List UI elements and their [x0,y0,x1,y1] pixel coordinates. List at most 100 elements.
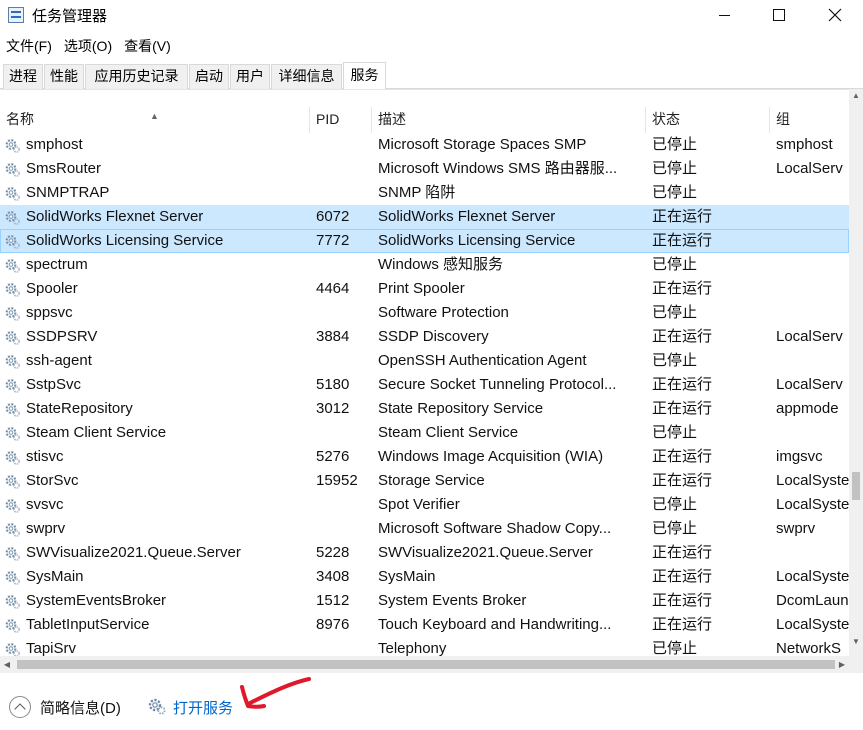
column-header-group[interactable]: 组 [770,107,849,133]
service-description: SSDP Discovery [378,328,489,345]
horizontal-scrollbar[interactable]: ◀ ▶ [0,656,849,673]
service-status: 已停止 [652,520,698,537]
table-row[interactable]: spectrum Windows 感知服务 已停止 [0,253,849,277]
service-gear-icon [5,619,20,633]
service-status: 正在运行 [652,472,713,489]
tab-details[interactable]: 详细信息 [271,64,342,89]
service-group: LocalSyste [776,568,849,585]
service-name: SmsRouter [26,160,102,177]
vertical-scrollbar[interactable]: ▲ ▼ [849,89,863,656]
service-pid [316,157,370,181]
service-pid: 4464 [316,280,350,297]
table-row[interactable]: ssh-agent OpenSSH Authentication Agent 已停止 [0,349,849,373]
scroll-up-icon[interactable]: ▲ [849,89,863,103]
table-row[interactable]: TabletInputService 8976 Touch Keyboard and… [0,613,849,637]
collapse-details-icon[interactable] [9,696,31,718]
table-row[interactable]: SysMain 3408 SysMain 正在运行 LocalSyste [0,565,849,589]
table-row[interactable]: SolidWorks Flexnet Server 6072 SolidWorks … [0,205,849,229]
minimize-button[interactable] [697,0,751,30]
service-name: SystemEventsBroker [26,592,167,609]
service-group [776,301,849,325]
service-gear-icon [5,499,20,513]
table-row[interactable]: StorSvc 15952 Storage Service 正在运行 LocalSyst… [0,469,849,493]
service-name: Spooler [26,280,78,297]
table-row[interactable]: svsvc Spot Verifier 已停止 LocalSyste [0,493,849,517]
service-group [776,421,849,445]
table-row[interactable]: swprv Microsoft Software Shadow Copy... 已停… [0,517,849,541]
service-description: Telephony [378,640,447,656]
service-group: LocalSyste [776,496,849,513]
title-bar[interactable]: 任务管理器 [0,0,863,30]
scroll-down-icon[interactable]: ▼ [849,635,863,649]
scroll-left-icon[interactable]: ◀ [0,656,14,673]
service-gear-icon [5,235,20,249]
table-row[interactable]: stisvc 5276 Windows Image Acquisition (WIA… [0,445,849,469]
service-pid: 7772 [316,232,350,249]
table-row[interactable]: SystemEventsBroker 1512 System Events Brok… [0,589,849,613]
table-row[interactable]: smphost Microsoft Storage Spaces SMP 已停止 sm… [0,133,849,157]
menu-bar: 文件(F) 选项(O) 查看(V) [0,34,177,58]
service-pid: 3012 [316,400,350,417]
service-name: SolidWorks Licensing Service [26,232,224,249]
maximize-button[interactable] [752,0,806,30]
menu-options[interactable]: 选项(O) [58,34,118,58]
service-name: StorSvc [26,472,79,489]
table-row[interactable]: TapiSrv Telephony 已停止 NetworkS [0,637,849,656]
table-row[interactable]: SNMPTRAP SNMP 陷阱 已停止 [0,181,849,205]
service-pid [316,637,370,656]
table-row[interactable]: sppsvc Software Protection 已停止 [0,301,849,325]
column-header-description[interactable]: 描述 [372,107,646,133]
column-header-pid[interactable]: PID [310,107,372,133]
table-row[interactable]: SSDPSRV 3884 SSDP Discovery 正在运行 LocalServ [0,325,849,349]
service-pid [316,421,370,445]
service-status: 已停止 [652,304,698,321]
service-gear-icon [5,427,20,441]
horizontal-scroll-thumb[interactable] [17,660,835,669]
scroll-right-icon[interactable]: ▶ [835,656,849,673]
tab-processes[interactable]: 进程 [3,64,43,89]
table-row[interactable]: Spooler 4464 Print Spooler 正在运行 [0,277,849,301]
table-row[interactable]: SmsRouter Microsoft Windows SMS 路由器服... 已停… [0,157,849,181]
tab-services[interactable]: 服务 [343,62,386,90]
service-gear-icon [5,475,20,489]
service-group: smphost [776,136,833,153]
service-description: Microsoft Software Shadow Copy... [378,520,612,537]
tab-bar: 进程 性能 应用历史记录 启动 用户 详细信息 服务 [0,62,863,90]
table-row[interactable]: SstpSvc 5180 Secure Socket Tunneling Proto… [0,373,849,397]
menu-file[interactable]: 文件(F) [0,34,58,58]
open-services-link[interactable]: 打开服务 [173,697,233,718]
service-status: 正在运行 [652,280,713,297]
service-name: spectrum [26,256,88,273]
service-pid [316,253,370,277]
tab-startup[interactable]: 启动 [189,64,229,89]
service-status: 已停止 [652,136,698,153]
table-row[interactable]: SWVisualize2021.Queue.Server 5228 SWVisual… [0,541,849,565]
tab-users[interactable]: 用户 [230,64,270,89]
services-gear-icon[interactable] [147,696,167,716]
table-row[interactable]: SolidWorks Licensing Service 7772 SolidWor… [0,229,849,253]
service-pid: 6072 [316,208,350,225]
column-header-status[interactable]: 状态 [646,107,770,133]
service-name: SSDPSRV [26,328,98,345]
table-row[interactable]: StateRepository 3012 State Repository Serv… [0,397,849,421]
service-status: 正在运行 [652,376,713,393]
service-pid [316,349,370,373]
fewer-details-link[interactable]: 简略信息(D) [40,697,121,718]
service-gear-icon [5,283,20,297]
service-group: imgsvc [776,448,823,465]
service-group: LocalSyste [776,616,849,633]
service-name: Steam Client Service [26,424,167,441]
tab-performance[interactable]: 性能 [44,64,84,89]
service-status: 正在运行 [652,400,713,417]
service-description: SNMP 陷阱 [378,184,456,201]
service-pid [316,301,370,325]
table-row[interactable]: Steam Client Service Steam Client Service… [0,421,849,445]
menu-view[interactable]: 查看(V) [118,34,177,58]
tab-app-history[interactable]: 应用历史记录 [85,64,188,89]
footer: 简略信息(D) 打开服务 [0,673,863,730]
service-name: SWVisualize2021.Queue.Server [26,544,241,561]
service-pid [316,133,370,157]
close-button[interactable] [808,0,862,30]
vertical-scroll-thumb[interactable] [852,472,860,500]
service-group [776,349,849,373]
